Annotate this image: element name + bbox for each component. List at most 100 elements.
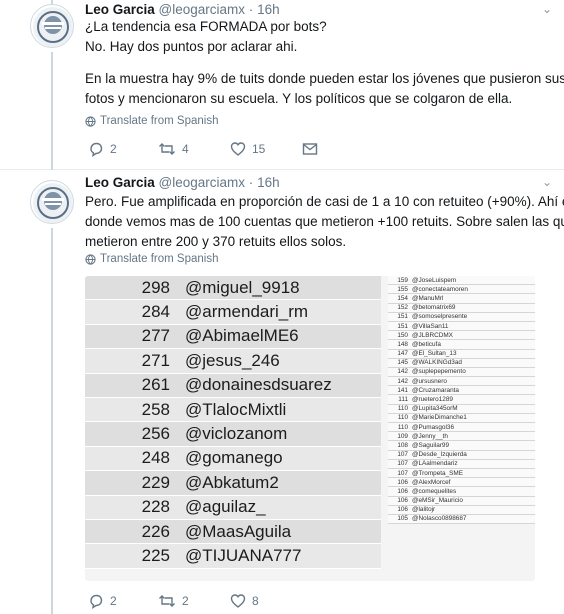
separator-dot: · xyxy=(248,2,254,17)
list-row: 150 @JLBRCDMX xyxy=(388,331,535,341)
list-row: 109 @Jenny__th xyxy=(388,432,535,442)
retweet-count-value: 159 xyxy=(397,276,408,284)
list-row: 107 @Desde_Izquierda xyxy=(388,451,535,460)
account-handle: @Abkatum2 xyxy=(185,472,279,492)
list-row: 154 @ManuMrl xyxy=(388,294,535,304)
list-row: 258 @TlalocMixtli xyxy=(85,397,381,423)
author-handle[interactable]: @leogarciamx xyxy=(159,175,245,190)
account-handle: @VillaSan11 xyxy=(412,322,449,330)
like-button[interactable]: 15 xyxy=(230,141,302,157)
account-handle: @El_Sultan_13 xyxy=(412,350,457,358)
list-row: 111 @ruetero1289 xyxy=(388,395,535,405)
list-row: 228 @aguilaz_ xyxy=(85,495,381,520)
author-name[interactable]: Leo Garcia xyxy=(85,2,155,17)
retweet-count-value: 111 xyxy=(398,396,408,404)
account-handle: @LAalmendariz xyxy=(412,460,458,468)
heart-icon xyxy=(230,594,246,608)
globe-icon xyxy=(85,253,96,265)
account-handle: @TlalocMixtli xyxy=(185,399,287,419)
avatar[interactable] xyxy=(30,180,74,224)
tweet-header: Leo Garcia @leogarciamx · 16h xyxy=(85,175,280,190)
account-handle: @WALKINGd3ad xyxy=(412,359,462,367)
list-row: 298 @miguel_9918 xyxy=(85,276,381,301)
tweet-text-line: Pero. Fue amplificada en proporción de c… xyxy=(85,194,564,209)
list-row: 106 @lalitojr xyxy=(388,506,535,515)
chevron-down-icon[interactable]: ⌄ xyxy=(542,2,552,16)
retweet-ranking-list: 298 @miguel_9918 284 @armendari_rm 277 @Abima… xyxy=(85,276,381,569)
tweet-actions: 2 2 8 xyxy=(88,593,302,609)
account-handle: @Saguilar99 xyxy=(412,441,450,449)
account-handle: @JLBRCDMX xyxy=(412,331,453,339)
account-handle: @Desde_Izquierda xyxy=(412,451,467,459)
account-handle: @Nolasco0898687 xyxy=(412,515,467,523)
list-row: 225 @TIJUANA777 xyxy=(85,544,381,569)
account-handle: @gomanego xyxy=(185,448,283,468)
retweet-count-value: 151 xyxy=(397,313,408,321)
account-handle: @MarieDimanche1 xyxy=(412,414,467,422)
account-handle: @AbimaelME6 xyxy=(185,326,299,346)
tweet-1[interactable]: Leo Garcia @leogarciamx · 16h ⌄ ¿La tend… xyxy=(0,0,564,170)
retweet-button[interactable]: 4 xyxy=(158,141,230,157)
retweet-count-value: 271 xyxy=(141,350,170,370)
tweet-text: ¿La tendencia esa FORMADA por bots? No. … xyxy=(85,17,564,109)
account-handle: @viclozanom xyxy=(185,424,288,444)
account-handle: @comequelites xyxy=(412,487,457,495)
direct-message-button[interactable] xyxy=(302,142,318,156)
author-name[interactable]: Leo Garcia xyxy=(85,175,155,190)
reply-button[interactable]: 2 xyxy=(88,593,158,609)
account-handle: @lalitojr xyxy=(412,506,436,514)
list-row: 256 @viclozanom xyxy=(85,422,381,447)
retweet-count-value: 147 xyxy=(397,350,408,358)
tweet-text-line: En la muestra hay 9% de tuits donde pued… xyxy=(85,71,564,86)
retweet-button[interactable]: 2 xyxy=(158,593,230,609)
account-handle: @armendari_rm xyxy=(185,302,309,322)
timestamp[interactable]: 16h xyxy=(257,175,280,190)
retweet-count-value: 284 xyxy=(141,302,170,322)
list-row: 142 @ursusnero xyxy=(388,377,535,387)
list-row: 110 @Lupita345orM xyxy=(388,405,535,414)
tweet-text-line: ¿La tendencia esa FORMADA por bots? xyxy=(85,19,327,34)
account-handle: @Lupita345orM xyxy=(412,405,458,413)
translate-link[interactable]: Translate from Spanish xyxy=(85,253,218,265)
retweet-count-value: 152 xyxy=(397,304,408,312)
retweet-count-value: 228 xyxy=(141,497,170,517)
retweet-count-value: 256 xyxy=(141,424,170,444)
account-handle: @MaasAguila xyxy=(185,521,292,541)
retweet-count-value: 141 xyxy=(397,386,408,394)
list-row: 110 @Pumasgol36 xyxy=(388,423,535,433)
translate-label: Translate from Spanish xyxy=(100,115,219,127)
retweet-count-value: 155 xyxy=(397,285,408,293)
account-handle: @Jenny__th xyxy=(412,432,448,440)
separator-dot: · xyxy=(248,175,254,190)
retweet-count-value: 110 xyxy=(397,414,408,422)
translate-link[interactable]: Translate from Spanish xyxy=(85,115,218,127)
reply-count: 2 xyxy=(110,594,117,608)
retweet-count-value: 225 xyxy=(141,545,170,565)
avatar[interactable] xyxy=(30,4,74,48)
author-handle[interactable]: @leogarciamx xyxy=(159,2,245,17)
list-row: 142 @suplepepemento xyxy=(388,368,535,378)
heart-icon xyxy=(230,142,246,156)
retweet-icon xyxy=(159,143,175,155)
chevron-down-icon[interactable]: ⌄ xyxy=(542,175,552,189)
reply-button[interactable]: 2 xyxy=(88,141,158,157)
list-row: 107 @Trompeta_SME xyxy=(388,469,535,479)
list-row: 248 @gomanego xyxy=(85,446,381,472)
list-row: 155 @conectateamoren xyxy=(388,285,535,295)
timestamp[interactable]: 16h xyxy=(257,2,280,17)
like-button[interactable]: 8 xyxy=(230,593,302,609)
tweet-image[interactable]: 298 @miguel_9918 284 @armendari_rm 277 @Abima… xyxy=(85,276,535,581)
list-row: 107 @LAalmendariz xyxy=(388,460,535,469)
account-handle: @suplepepemento xyxy=(412,368,466,376)
account-handle: @somoselpresente xyxy=(412,313,468,321)
account-handle: @ursusnero xyxy=(412,377,447,385)
account-handle: @conectateamoren xyxy=(412,285,468,293)
account-handle: @Pumasgol36 xyxy=(412,423,455,431)
retweet-count-value: 108 xyxy=(397,441,408,449)
list-row: 145 @WALKINGd3ad xyxy=(388,359,535,368)
retweet-count-value: 107 xyxy=(397,469,408,477)
list-row: 151 @VillaSan11 xyxy=(388,322,535,332)
account-handle: @aguilaz_ xyxy=(185,497,266,517)
account-handle: @ManuMrl xyxy=(412,294,444,302)
tweet-actions: 2 4 15 xyxy=(88,141,318,157)
